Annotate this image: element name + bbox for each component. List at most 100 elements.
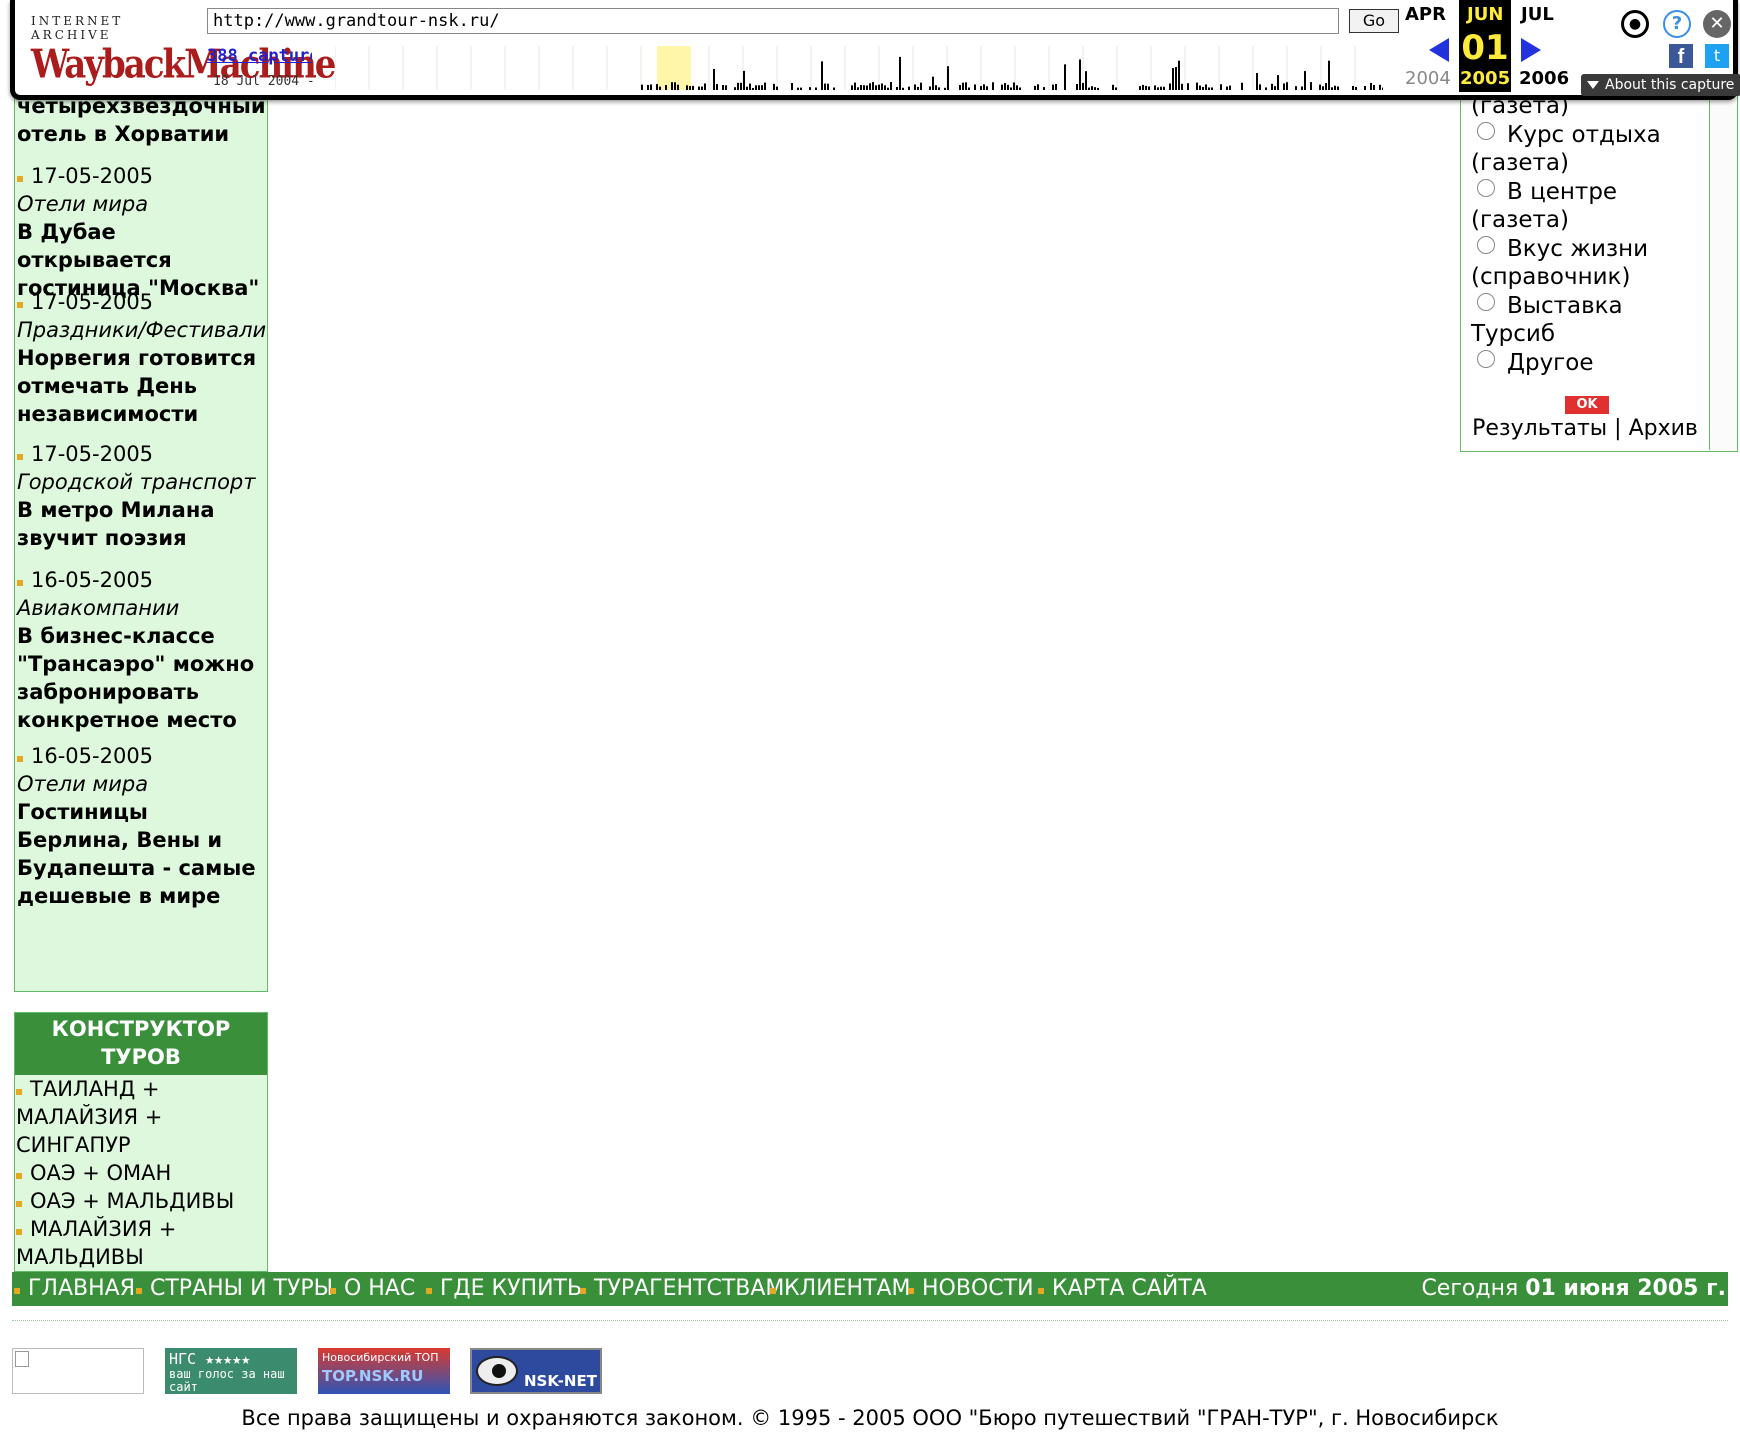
poll-results-link[interactable]: Результаты — [1472, 416, 1607, 441]
sparkline-bar — [1142, 84, 1144, 90]
nsk-net-banner[interactable]: NSK-NET — [470, 1348, 602, 1394]
sparkline-bar — [1178, 60, 1180, 90]
sparkline-bar — [962, 82, 964, 90]
news-title-link[interactable]: четырехзвездочный отель в Хорватии — [17, 92, 267, 148]
nav-item-link[interactable]: О НАС — [330, 1272, 415, 1306]
top-nsk-banner[interactable]: Новосибирский ТОП TOP.NSK.RU — [318, 1348, 450, 1394]
poll-option[interactable]: Курс отдыха — [1461, 121, 1709, 150]
sparkline-bar — [1295, 86, 1297, 90]
sparkline-bar — [899, 56, 901, 90]
news-category[interactable]: Праздники/Фестивали — [17, 316, 267, 344]
wayback-logo[interactable]: INTERNET ARCHIVE WaybackMachine — [31, 14, 336, 88]
sparkline-bar — [851, 85, 853, 90]
nav-item-link[interactable]: НОВОСТИ — [908, 1272, 1034, 1306]
bullet-icon — [330, 1288, 336, 1294]
poll-option[interactable]: Вкус жизни — [1461, 235, 1709, 264]
sparkline-bar — [641, 84, 643, 90]
sparkline-bar — [1112, 84, 1114, 90]
help-icon[interactable]: ? — [1663, 10, 1691, 38]
next-capture-arrow-icon[interactable] — [1521, 38, 1541, 62]
sparkline-bar — [875, 85, 877, 90]
nav-item-link[interactable]: ГЛАВНАЯ — [14, 1272, 135, 1306]
sparkline-bar — [821, 61, 823, 90]
sparkline-bar — [1196, 82, 1198, 90]
wayback-year-next[interactable]: 2006 — [1519, 68, 1569, 89]
news-category[interactable]: Отели мира — [17, 770, 267, 798]
about-capture-button[interactable]: About this capture — [1581, 74, 1740, 96]
news-title-link[interactable]: Норвегия готовится отмечать День независ… — [17, 344, 267, 428]
radio-button[interactable] — [1477, 178, 1495, 197]
ngs-banner[interactable]: НГС ★★★★★ ваш голос за наш сайт — [165, 1348, 297, 1394]
sparkline-bar — [920, 82, 922, 90]
sparkline-bar — [1001, 84, 1003, 90]
wayback-month-next[interactable]: JUL — [1521, 4, 1554, 25]
poll-option[interactable]: Другое — [1461, 349, 1709, 378]
poll-option[interactable]: В центре — [1461, 178, 1709, 207]
sparkline-bar — [704, 83, 706, 90]
sparkline-bar — [1325, 82, 1327, 90]
nav-item-link[interactable]: ТУРАГЕНТСТВАМ — [580, 1272, 784, 1306]
news-title-link[interactable]: В бизнес-классе "Трансаэро" можно заброн… — [17, 622, 267, 734]
sparkline-bar — [1241, 82, 1243, 90]
sparkline-bar — [647, 84, 649, 90]
wayback-capture-sparkline[interactable] — [335, 46, 1383, 90]
twitter-icon[interactable]: t — [1705, 44, 1729, 68]
nav-item-link[interactable]: ГДЕ КУПИТЬ — [426, 1272, 582, 1306]
news-title-link[interactable]: Гостиницы Берлина, Вены и Будапешта - са… — [17, 798, 267, 910]
news-category[interactable]: Отели мира — [17, 190, 267, 218]
poll-scrollbar[interactable] — [1709, 92, 1737, 450]
poll-ok-button[interactable]: OK — [1565, 396, 1609, 414]
today-value: 01 июня 2005 г. — [1525, 1276, 1726, 1301]
radio-button[interactable] — [1477, 121, 1495, 140]
sparkline-bar — [722, 85, 724, 90]
wayback-captures-link[interactable]: 388 captures — [207, 46, 312, 66]
close-icon[interactable]: ✕ — [1703, 10, 1731, 38]
wayback-logo-top: INTERNET ARCHIVE — [31, 14, 124, 42]
nav-item-link[interactable]: КАРТА САЙТА — [1038, 1272, 1207, 1306]
news-title-link[interactable]: В метро Милана звучит поэзия — [17, 496, 267, 552]
sparkline-bar — [1271, 83, 1273, 90]
chevron-down-icon — [1587, 81, 1599, 89]
sparkline-bar — [1331, 87, 1333, 90]
radio-button[interactable] — [1477, 235, 1495, 254]
sparkline-bar — [890, 82, 892, 90]
wayback-go-button[interactable]: Go — [1349, 9, 1399, 33]
facebook-icon[interactable]: f — [1669, 44, 1693, 68]
radio-button[interactable] — [1477, 349, 1495, 368]
prev-capture-arrow-icon[interactable] — [1429, 38, 1449, 62]
sparkline-bar — [1148, 86, 1150, 90]
tour-item-link[interactable]: ОАЭ + МАЛЬДИВЫ — [15, 1187, 267, 1215]
poll-option[interactable]: Выставка — [1461, 292, 1709, 321]
sparkline-bar — [1007, 84, 1009, 90]
bullet-icon — [17, 176, 23, 182]
wayback-url-input[interactable]: http://www.grandtour-nsk.ru/ — [207, 8, 1339, 34]
sparkline-bar — [1229, 85, 1231, 90]
nav-item-link[interactable]: СТРАНЫ И ТУРЫ — [136, 1272, 333, 1306]
news-category[interactable]: Городской транспорт — [17, 468, 267, 496]
tour-item-link[interactable]: МАЛАЙЗИЯ + МАЛЬДИВЫ — [15, 1215, 267, 1271]
poll-option-label: (справочник) — [1471, 264, 1631, 290]
sparkline-bar — [677, 84, 679, 90]
news-category[interactable]: Авиакомпании — [17, 594, 267, 622]
nav-item-label: КЛИЕНТАМ — [784, 1276, 911, 1301]
sparkline-bar — [1373, 84, 1375, 90]
sparkline-bar — [725, 85, 727, 90]
tours-constructor: КОНСТРУКТОР ТУРОВ ТАИЛАНД + МАЛАЙЗИЯ + С… — [14, 1012, 268, 1272]
poll-option-label: Турсиб — [1471, 321, 1556, 347]
wayback-month-prev[interactable]: APR — [1405, 4, 1446, 25]
bullet-icon — [14, 1288, 20, 1294]
sparkline-bar — [773, 83, 775, 90]
sparkline-bar — [674, 82, 676, 90]
tour-item-link[interactable]: ОАЭ + ОМАН — [15, 1159, 267, 1187]
broken-image-banner[interactable] — [12, 1348, 144, 1394]
tour-item-link[interactable]: ТАИЛАНД + МАЛАЙЗИЯ + СИНГАПУР — [15, 1075, 267, 1159]
nav-item-link[interactable]: КЛИЕНТАМ — [770, 1272, 911, 1306]
user-icon[interactable]: ● — [1621, 10, 1649, 38]
sparkline-bar — [1259, 84, 1261, 90]
sparkline-bar — [857, 87, 859, 90]
bullet-icon — [17, 756, 23, 762]
radio-button[interactable] — [1477, 292, 1495, 311]
poll-archive-link[interactable]: Архив — [1629, 416, 1698, 441]
top-nsk-banner-title: Новосибирский ТОП — [322, 1351, 439, 1364]
wayback-year-prev[interactable]: 2004 — [1405, 68, 1451, 89]
